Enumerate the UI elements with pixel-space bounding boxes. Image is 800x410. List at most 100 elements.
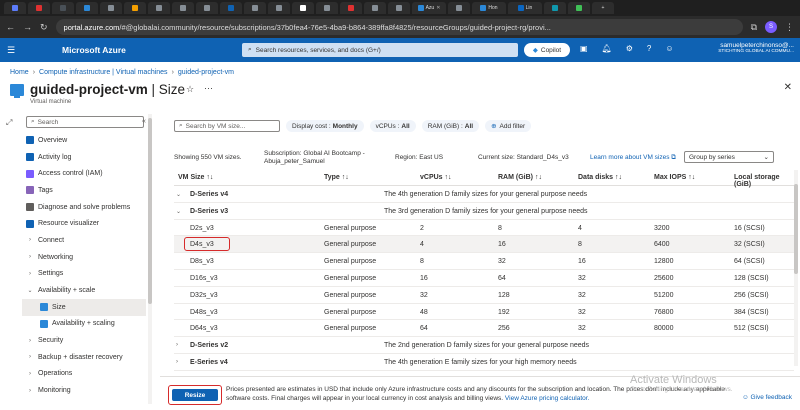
extensions-icon[interactable]: ⧉ xyxy=(751,22,757,33)
menu-scrollbar-thumb[interactable] xyxy=(148,118,152,304)
nav-item[interactable]: › Backup + disaster recovery xyxy=(22,349,146,366)
browser-tab[interactable]: Azu ✕ xyxy=(412,2,446,14)
add-filter-button[interactable]: ⊕ Add filter xyxy=(485,120,532,132)
nav-item[interactable]: Availability + scaling xyxy=(22,316,146,333)
column-data-disks[interactable]: Data disks ↑↓ xyxy=(578,174,622,181)
column-vcpus[interactable]: vCPUs ↑↓ xyxy=(420,174,452,181)
table-row[interactable]: D4s_v3 General purpose 4 16 8 6400 32 (SCSI) xyxy=(174,236,794,254)
nav-item[interactable]: ⌄ Availability + scale xyxy=(22,282,146,299)
grid-scrollbar[interactable] xyxy=(794,170,798,366)
breadcrumb-virtual-machines[interactable]: Compute infrastructure | Virtual machine… xyxy=(39,69,168,76)
nav-item[interactable]: › Operations xyxy=(22,366,146,383)
menu-scrollbar[interactable] xyxy=(148,114,152,404)
browser-tab[interactable] xyxy=(100,2,122,14)
column-max-iops[interactable]: Max IOPS ↑↓ xyxy=(654,174,695,181)
series-group-row[interactable]: › D-Series v2 The 2nd generation D family … xyxy=(174,337,794,354)
resize-button[interactable]: Resize xyxy=(172,389,218,401)
ram-filter[interactable]: RAM (GiB) : All xyxy=(421,120,480,132)
more-options-icon[interactable]: ··· xyxy=(204,83,213,93)
browser-tab[interactable] xyxy=(292,2,314,14)
browser-tab[interactable] xyxy=(448,2,470,14)
hamburger-menu-icon[interactable]: ☰ xyxy=(0,45,22,56)
azure-brand[interactable]: Microsoft Azure xyxy=(62,45,232,55)
browser-menu-icon[interactable]: ⋮ xyxy=(785,22,794,33)
nav-item[interactable]: Diagnose and solve problems xyxy=(22,199,146,216)
browser-tab[interactable] xyxy=(340,2,362,14)
browser-tab[interactable] xyxy=(52,2,74,14)
series-group-row[interactable]: ⌄ D-Series v4 The 4th generation D family … xyxy=(174,186,794,203)
forward-icon[interactable]: → xyxy=(23,22,32,32)
nav-item[interactable]: Access control (IAM) xyxy=(22,165,146,182)
vm-size-search-input[interactable]: ⌕ Search by VM size... xyxy=(174,120,280,132)
resize-pane-icon[interactable]: ⤢ xyxy=(6,118,12,128)
help-icon[interactable]: ? xyxy=(647,44,651,53)
notifications-icon[interactable]: 🔔︎ xyxy=(602,44,612,53)
chevron-icon[interactable]: › xyxy=(176,359,178,365)
browser-tab[interactable] xyxy=(76,2,98,14)
breadcrumb-home[interactable]: Home xyxy=(10,69,29,76)
nav-item[interactable]: › Connect xyxy=(22,232,146,249)
column-type[interactable]: Type ↑↓ xyxy=(324,174,349,181)
browser-tab[interactable] xyxy=(568,2,590,14)
profile-avatar[interactable]: S xyxy=(765,21,777,33)
nav-item[interactable]: Activity log xyxy=(22,149,146,166)
favorite-star-icon[interactable]: ☆ xyxy=(186,84,194,95)
menu-search-input[interactable]: ⌕ Search xyxy=(26,116,144,128)
nav-item[interactable]: Overview xyxy=(22,132,146,149)
group-by-dropdown[interactable]: Group by series ⌄ xyxy=(684,151,774,163)
vcpus-filter[interactable]: vCPUs : All xyxy=(369,120,416,132)
column-vm-size[interactable]: VM Size ↑↓ xyxy=(178,174,213,181)
browser-tab[interactable] xyxy=(244,2,266,14)
close-icon[interactable]: ✕ xyxy=(784,82,792,93)
feedback-icon[interactable]: ☺ xyxy=(665,44,673,53)
pricing-calculator-link[interactable]: View Azure pricing calculator. xyxy=(505,395,589,402)
chevron-icon[interactable]: ⌄ xyxy=(176,191,181,198)
cloud-shell-icon[interactable]: ▣ xyxy=(580,44,588,53)
breadcrumb-vm[interactable]: guided-project-vm xyxy=(178,69,234,76)
series-group-row[interactable]: ⌄ D-Series v3 The 3rd generation D family … xyxy=(174,203,794,220)
browser-tab[interactable]: Lin xyxy=(508,2,542,14)
browser-tab[interactable] xyxy=(124,2,146,14)
nav-item[interactable]: › Networking xyxy=(22,249,146,266)
settings-gear-icon[interactable]: ⚙ xyxy=(626,44,633,53)
browser-tab[interactable] xyxy=(148,2,170,14)
back-icon[interactable]: ← xyxy=(6,22,15,32)
browser-tab[interactable] xyxy=(388,2,410,14)
browser-tab[interactable] xyxy=(172,2,194,14)
browser-tab[interactable]: Hon xyxy=(472,2,506,14)
address-bar[interactable]: portal.azure.com/#@globalai.community/re… xyxy=(55,19,743,35)
column-ram[interactable]: RAM (GiB) ↑↓ xyxy=(498,174,542,181)
browser-tab[interactable] xyxy=(364,2,386,14)
table-row[interactable]: D64s_v3 General purpose 64 256 32 80000 512 (S… xyxy=(174,320,794,338)
close-icon[interactable]: ✕ xyxy=(436,5,440,11)
browser-tab[interactable] xyxy=(4,2,26,14)
nav-item[interactable]: › Monitoring xyxy=(22,382,146,399)
browser-tab[interactable] xyxy=(220,2,242,14)
display-cost-filter[interactable]: Display cost : Monthly xyxy=(286,120,364,132)
copilot-button[interactable]: ◆ Copilot xyxy=(524,43,570,57)
grid-scrollbar-thumb[interactable] xyxy=(794,184,798,274)
reload-icon[interactable]: ↻ xyxy=(40,22,48,33)
collapse-menu-icon[interactable]: « xyxy=(142,118,146,125)
table-row[interactable]: D48s_v3 General purpose 48 192 32 76800 384 (S… xyxy=(174,304,794,321)
global-search-input[interactable]: ⌕ Search resources, services, and docs (… xyxy=(242,43,518,57)
new-tab-button[interactable]: + xyxy=(592,2,614,14)
nav-item[interactable]: › Settings xyxy=(22,266,146,283)
table-row[interactable]: D32s_v3 General purpose 32 128 32 51200 256 (S… xyxy=(174,287,794,304)
browser-tab[interactable] xyxy=(28,2,50,14)
user-account[interactable]: samuelpeterchinonso@... STICHTING GLOBAL… xyxy=(718,42,794,54)
table-row[interactable]: D16s_v3 General purpose 16 64 32 25600 128 (SC… xyxy=(174,270,794,287)
nav-item[interactable]: Resource visualizer xyxy=(22,215,146,232)
nav-item[interactable]: Size xyxy=(22,298,146,316)
browser-tab[interactable] xyxy=(268,2,290,14)
nav-item[interactable]: Tags xyxy=(22,182,146,199)
browser-tab[interactable] xyxy=(316,2,338,14)
browser-tab[interactable] xyxy=(196,2,218,14)
table-row[interactable]: D2s_v3 General purpose 2 8 4 3200 16 (SCSI) xyxy=(174,220,794,237)
nav-item[interactable]: › Security xyxy=(22,332,146,349)
table-row[interactable]: D8s_v3 General purpose 8 32 16 12800 64 (SCSI) xyxy=(174,253,794,270)
give-feedback-link[interactable]: ☺ Give feedback xyxy=(742,394,792,401)
series-group-row[interactable]: › E-Series v4 The 4th generation E family … xyxy=(174,354,794,371)
chevron-icon[interactable]: › xyxy=(176,342,178,348)
learn-more-link[interactable]: Learn more about VM sizes ⧉ xyxy=(590,154,676,162)
